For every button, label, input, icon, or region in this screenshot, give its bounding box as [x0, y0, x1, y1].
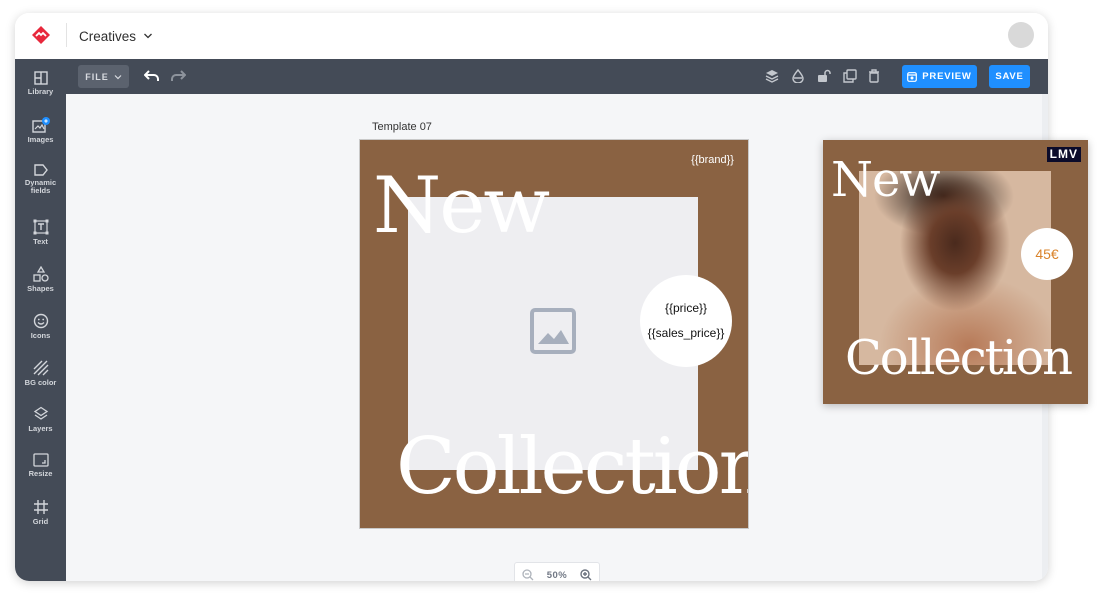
- brand-field[interactable]: {{brand}}: [691, 154, 734, 166]
- zoom-control: 50%: [514, 562, 600, 581]
- sidebar-item-layers[interactable]: Layers: [15, 406, 66, 448]
- zoom-in-icon[interactable]: [580, 569, 592, 581]
- preview-brand: LMV: [1046, 147, 1081, 162]
- preview-label: PREVIEW: [922, 71, 972, 82]
- preview-button[interactable]: PREVIEW: [902, 65, 977, 88]
- file-menu-label: FILE: [85, 71, 109, 82]
- headline-collection[interactable]: Collection: [396, 423, 748, 511]
- smiley-icon: [33, 313, 48, 329]
- creative-preview-card: LMV New 45€ Collection: [823, 140, 1088, 404]
- sidebar-label-images: Images: [27, 135, 54, 144]
- workspace-selector[interactable]: Creatives: [79, 26, 153, 46]
- file-menu-button[interactable]: FILE: [78, 65, 129, 88]
- artboard[interactable]: {{brand}} New Collection {{price}} {{sal…: [359, 139, 749, 529]
- preview-price-badge: 45€: [1021, 228, 1073, 280]
- zoom-level: 50%: [546, 569, 568, 581]
- undo-icon[interactable]: [144, 68, 160, 84]
- sidebar-label-library: Library: [27, 87, 54, 96]
- sidebar-item-grid[interactable]: Grid: [15, 499, 66, 541]
- price-badge[interactable]: {{price}} {{sales_price}}: [640, 275, 732, 367]
- chevron-down-icon: [144, 33, 152, 39]
- trash-icon[interactable]: [866, 68, 882, 84]
- save-button[interactable]: SAVE: [989, 65, 1030, 88]
- sales-price-field: {{sales_price}}: [647, 326, 725, 340]
- preview-icon: [907, 71, 918, 82]
- sidebar-item-library[interactable]: Library: [15, 71, 66, 113]
- sidebar-label-resize: Resize: [28, 469, 53, 478]
- sidebar-item-resize[interactable]: Resize: [15, 453, 66, 495]
- zoom-out-icon[interactable]: [521, 569, 534, 581]
- sidebar-label-bg-color: BG color: [24, 378, 57, 387]
- sidebar-item-text[interactable]: Text: [15, 219, 66, 261]
- grid-icon: [33, 500, 48, 514]
- duplicate-icon[interactable]: [842, 68, 858, 84]
- shapes-icon: [32, 266, 49, 282]
- sidebar-item-icons[interactable]: Icons: [15, 313, 66, 355]
- text-icon: [33, 219, 48, 235]
- preview-price: 45€: [1035, 246, 1059, 262]
- sidebar-item-bg-color[interactable]: BG color: [15, 360, 66, 402]
- resize-icon: [32, 453, 49, 467]
- image-placeholder-icon: [530, 308, 576, 354]
- price-field: {{price}}: [664, 301, 708, 315]
- layers-icon: [33, 406, 48, 420]
- bg-color-icon: [33, 360, 48, 376]
- preview-headline-collection: Collection: [845, 330, 1073, 386]
- app-logo-icon[interactable]: [31, 25, 51, 45]
- library-icon: [33, 71, 48, 85]
- sidebar-label-shapes: Shapes: [27, 284, 54, 293]
- sidebar-label-layers: Layers: [28, 424, 53, 433]
- sidebar-item-dynamic-fields[interactable]: Dynamic fields: [15, 164, 66, 206]
- workspace-label: Creatives: [79, 28, 137, 44]
- sidebar-label-grid: Grid: [32, 517, 49, 526]
- sidebar-label-dynamic-fields: Dynamic fields: [24, 178, 57, 195]
- tools-sidebar: Library Images Dynamic fields Text Shape…: [15, 59, 66, 581]
- unlock-icon[interactable]: [816, 68, 832, 84]
- header-divider: [66, 23, 67, 47]
- sidebar-label-icons: Icons: [30, 331, 51, 340]
- tag-icon: [33, 164, 48, 176]
- fill-drop-icon[interactable]: [790, 68, 806, 84]
- sidebar-label-text: Text: [33, 237, 48, 246]
- images-icon: [31, 117, 50, 133]
- chevron-down-icon: [114, 74, 122, 79]
- headline-new[interactable]: New: [373, 162, 550, 250]
- user-avatar[interactable]: [1008, 22, 1034, 48]
- sidebar-item-images[interactable]: Images: [15, 117, 66, 159]
- editor-toolbar: FILE PREVIEW SAVE: [66, 59, 1048, 94]
- layers-stack-icon[interactable]: [764, 68, 780, 84]
- sidebar-item-shapes[interactable]: Shapes: [15, 266, 66, 308]
- template-title: Template 07: [372, 121, 432, 133]
- redo-icon[interactable]: [170, 68, 186, 84]
- top-header: Creatives: [15, 13, 1048, 59]
- preview-headline-new: New: [831, 152, 940, 208]
